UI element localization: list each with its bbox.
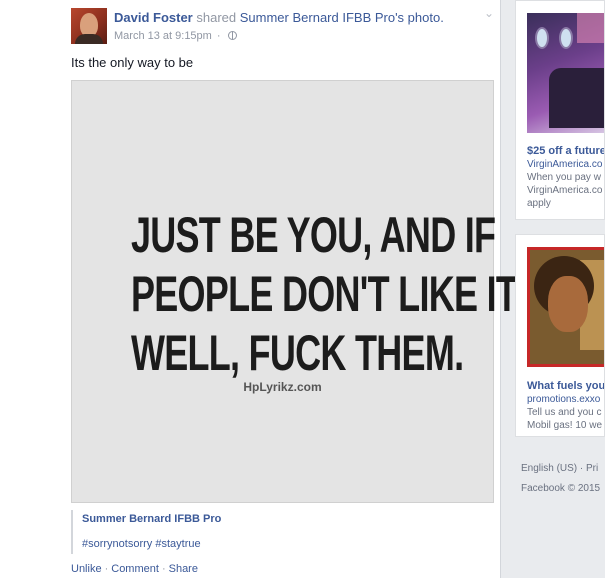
globe-icon[interactable] xyxy=(227,31,237,40)
ad-body: apply xyxy=(527,198,551,209)
quote-line: PEOPLE DON'T LIKE IT, xyxy=(130,266,523,322)
ad-body: When you pay w xyxy=(527,172,601,183)
news-feed-post: David Foster shared Summer Bernard IFBB … xyxy=(0,0,523,578)
author-name-link[interactable]: David Foster xyxy=(114,10,193,25)
unlike-link[interactable]: Unlike xyxy=(71,563,102,575)
post-meta: March 13 at 9:15pm · xyxy=(114,30,237,42)
photo-attribution: Summer Bernard IFBB Pro #sorrynotsorry #… xyxy=(71,510,491,554)
hashtags[interactable]: #sorrynotsorry #staytrue xyxy=(82,538,491,554)
ad-body: VirginAmerica.co xyxy=(527,185,603,196)
post-actions: Unlike · Comment · Share xyxy=(71,563,198,575)
footer-language[interactable]: English (US) · Pri xyxy=(521,463,598,474)
quote-line: WELL, FUCK THEM. xyxy=(130,325,464,381)
shared-source-link[interactable]: Summer Bernard IFBB Pro's photo. xyxy=(240,10,444,25)
author-avatar[interactable] xyxy=(71,8,107,44)
ad-image[interactable] xyxy=(527,247,604,367)
meta-separator: · xyxy=(216,30,221,42)
photo-quote: JUST BE YOU, AND IF PEOPLE DON'T LIKE IT… xyxy=(130,206,523,383)
ad-link[interactable]: promotions.exxo xyxy=(527,393,604,406)
ad-body: Tell us and you c xyxy=(527,407,602,418)
shared-photo[interactable]: JUST BE YOU, AND IF PEOPLE DON'T LIKE IT… xyxy=(71,80,523,503)
quote-line: JUST BE YOU, AND IF xyxy=(130,207,496,263)
right-sidebar: $25 off a future VirginAmerica.co When y… xyxy=(515,0,605,578)
post-timestamp[interactable]: March 13 at 9:15pm xyxy=(114,30,212,42)
sponsored-ad-exxon[interactable]: What fuels you promotions.exxo Tell us a… xyxy=(515,234,605,437)
action-separator: · xyxy=(161,563,166,575)
comment-link[interactable]: Comment xyxy=(111,563,159,575)
share-link[interactable]: Share xyxy=(169,563,198,575)
ad-body: Mobil gas! 10 we xyxy=(527,420,603,431)
footer-copyright: Facebook © 2015 xyxy=(521,483,601,494)
action-separator: · xyxy=(104,563,109,575)
ad-copy: What fuels you promotions.exxo Tell us a… xyxy=(527,380,604,432)
photo-watermark: HpLyrikz.com xyxy=(243,380,322,394)
ad-title[interactable]: $25 off a future xyxy=(527,145,604,158)
status-text: Its the only way to be xyxy=(71,55,194,70)
ad-copy: $25 off a future VirginAmerica.co When y… xyxy=(527,145,604,210)
ad-link[interactable]: VirginAmerica.co xyxy=(527,158,604,171)
attribution-page-link[interactable]: Summer Bernard IFBB Pro xyxy=(82,513,491,525)
ad-title[interactable]: What fuels you xyxy=(527,380,604,393)
post-header: David Foster shared Summer Bernard IFBB … xyxy=(114,10,444,25)
shared-label: shared xyxy=(196,10,237,25)
sponsored-ad-virgin[interactable]: $25 off a future VirginAmerica.co When y… xyxy=(515,0,605,220)
chevron-down-icon[interactable]: ⌄ xyxy=(484,6,494,20)
ad-image[interactable] xyxy=(527,13,604,133)
